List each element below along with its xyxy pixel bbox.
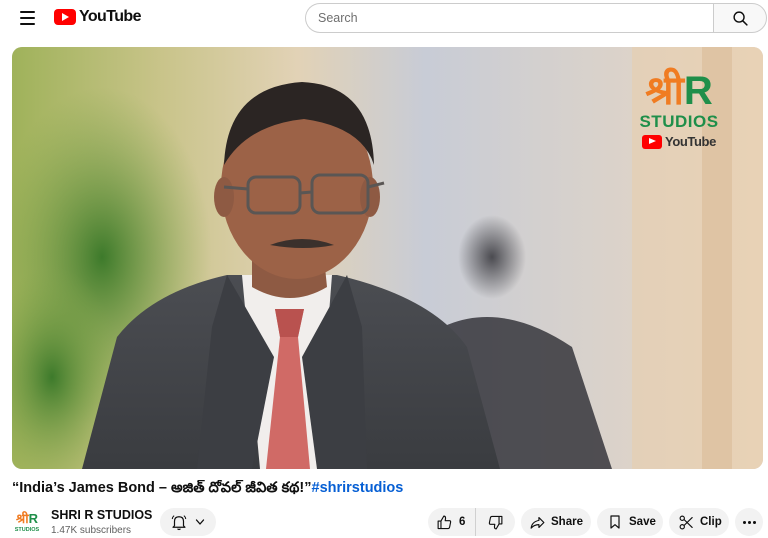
- video-title: “India’s James Bond – అజిత్ దోవల్ జీవిత …: [12, 480, 762, 500]
- scissors-icon: [679, 515, 693, 529]
- clip-button[interactable]: Clip: [669, 508, 729, 536]
- share-icon: [530, 516, 545, 529]
- avatar-studios: STUDIOS: [14, 526, 40, 533]
- subscriber-count: 1.47K subscribers: [51, 525, 132, 536]
- hashtag-link[interactable]: #shrirstudios: [312, 480, 404, 496]
- avatar-r: R: [28, 510, 38, 526]
- avatar-shri: श्री: [16, 511, 29, 527]
- save-button[interactable]: Save: [597, 508, 663, 536]
- youtube-play-icon: [54, 9, 76, 25]
- bell-icon: [171, 515, 187, 531]
- share-label: Share: [551, 516, 583, 528]
- watermark-r: R: [683, 69, 713, 113]
- thumbs-up-icon: [437, 515, 452, 529]
- avatar[interactable]: श्रीR STUDIOS: [12, 508, 42, 536]
- bookmark-icon: [610, 515, 620, 529]
- video-player[interactable]: श्रीR STUDIOS YouTube: [12, 47, 763, 469]
- like-dislike-group: 6: [428, 508, 515, 536]
- thumbs-down-icon: [489, 515, 503, 529]
- logo-text: YouTube: [79, 8, 141, 25]
- channel-watermark: श्रीR STUDIOS YouTube: [629, 69, 729, 154]
- search-icon: [732, 10, 748, 26]
- clip-label: Clip: [700, 516, 722, 528]
- channel-action-row: श्रीR STUDIOS SHRI R STUDIOS 1.47K subsc…: [12, 506, 763, 536]
- more-horizontal-icon: [742, 520, 756, 524]
- watermark-platform: YouTube: [665, 134, 716, 149]
- youtube-logo[interactable]: YouTube: [54, 8, 141, 26]
- search-button[interactable]: [713, 3, 767, 33]
- top-bar: YouTube: [0, 0, 768, 36]
- share-button[interactable]: Share: [521, 508, 591, 536]
- video-title-text: “India’s James Bond – అజిత్ దోవల్ జీవిత …: [12, 480, 312, 496]
- like-button[interactable]: 6: [436, 508, 477, 536]
- chevron-down-icon: [195, 519, 205, 525]
- watermark-shri: श्री: [645, 67, 684, 114]
- notifications-button[interactable]: [160, 508, 216, 536]
- more-actions-button[interactable]: [735, 508, 763, 536]
- save-label: Save: [629, 516, 656, 528]
- youtube-play-icon: [642, 134, 663, 149]
- search-bar: [305, 3, 767, 33]
- dislike-button[interactable]: [476, 508, 504, 536]
- channel-name[interactable]: SHRI R STUDIOS: [51, 508, 152, 522]
- hamburger-menu-icon[interactable]: [14, 5, 40, 31]
- like-count: 6: [459, 516, 466, 528]
- search-input[interactable]: [305, 3, 713, 33]
- watermark-studios: STUDIOS: [639, 112, 719, 131]
